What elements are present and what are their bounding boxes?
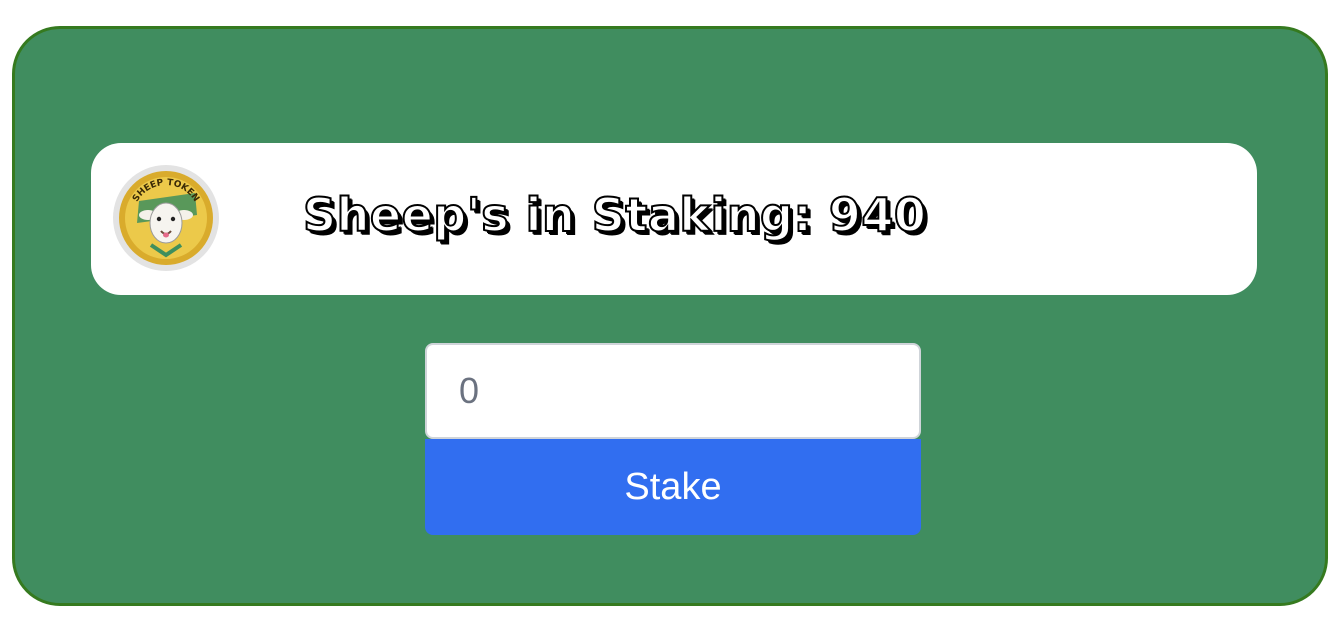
stake-form: Stake	[425, 343, 921, 535]
staking-banner: SHEEP TOKEN Sheep's in Staking: 940	[91, 143, 1257, 295]
staking-panel: SHEEP TOKEN Sheep's in Staking: 940 Stak…	[12, 26, 1328, 606]
sheep-token-coin-icon: SHEEP TOKEN	[111, 163, 221, 273]
stake-button[interactable]: Stake	[425, 439, 921, 535]
staking-count-title: Sheep's in Staking: 940	[302, 187, 927, 243]
stake-amount-input[interactable]	[425, 343, 921, 439]
